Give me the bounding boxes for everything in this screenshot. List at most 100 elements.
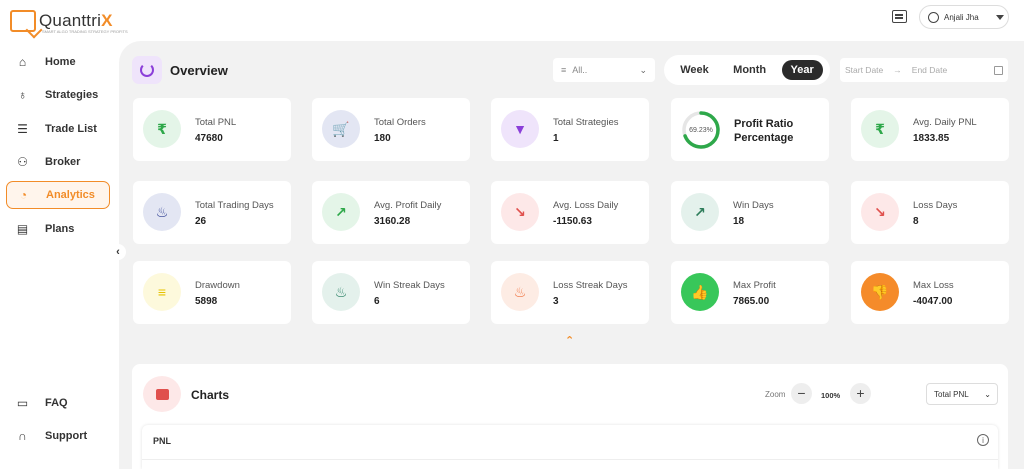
flame-icon: ♨ (322, 273, 360, 311)
thumbs-up-icon: 👍 (681, 273, 719, 311)
stat-card-total-strategies: ▼ Total Strategies 1 (491, 98, 649, 161)
cart-icon: 🛒 (322, 110, 360, 148)
charts-title: Charts (191, 388, 230, 402)
chart-pie-icon: ◔ (19, 187, 28, 202)
sidebar-item-faq[interactable]: ▭ FAQ (6, 389, 110, 417)
pnl-chart-panel: PNL i (142, 425, 998, 469)
bulb-icon: ♁ (18, 87, 27, 102)
chart-metric-value: Total PNL (934, 389, 969, 399)
sidebar-item-broker[interactable]: ⚇ Broker (6, 148, 110, 176)
stat-value: 5898 (195, 296, 218, 307)
stat-card-profit-ratio: 69.23% Profit Ratio Percentage (671, 98, 829, 161)
info-icon[interactable]: i (977, 434, 989, 446)
stat-value: 6 (374, 296, 380, 307)
sidebar-item-plans[interactable]: ▤ Plans (6, 215, 110, 243)
screen-icon[interactable] (892, 10, 907, 23)
collapse-cards-chevron-up-icon[interactable]: ⌃ (565, 334, 574, 347)
stat-card-avg-profit-daily: ↗ Avg. Profit Daily 3160.28 (312, 181, 470, 244)
stat-value: 26 (195, 216, 207, 227)
sidebar-collapse-button[interactable]: ‹ (110, 244, 126, 260)
home-icon: ⌂ (18, 54, 27, 69)
page-title: Overview (170, 63, 228, 78)
stat-label: Max Loss (913, 280, 954, 291)
trend-up-icon: ↗ (681, 193, 719, 231)
stat-card-total-orders: 🛒 Total Orders 180 (312, 98, 470, 161)
stat-label: Loss Days (913, 200, 958, 211)
user-menu[interactable]: Anjali Jha (919, 5, 1009, 29)
period-week-button[interactable]: Week (671, 60, 718, 80)
stat-label: Loss Streak Days (553, 280, 628, 291)
sidebar-item-analytics[interactable]: ◔ Analytics (6, 181, 110, 209)
divider (142, 459, 998, 460)
sidebar-item-strategies[interactable]: ♁ Strategies (6, 81, 110, 109)
user-icon (928, 11, 939, 23)
sidebar-item-label: Broker (45, 156, 81, 168)
end-date-input[interactable]: End Date (912, 65, 947, 75)
stat-card-win-days: ↗ Win Days 18 (671, 181, 829, 244)
stat-value: 8 (913, 216, 919, 227)
profit-ratio-value: 69.23% (689, 126, 713, 134)
start-date-input[interactable]: Start Date (845, 65, 883, 75)
stat-card-total-pnl: ₹ Total PNL 47680 (133, 98, 291, 161)
pnl-panel-title: PNL (153, 436, 171, 446)
list-icon: ☰ (17, 121, 28, 136)
user-name: Anjali Jha (944, 12, 979, 22)
period-toggle: Week Month Year (664, 55, 830, 85)
stat-value: 18 (733, 216, 745, 227)
stat-value: 47680 (195, 133, 223, 144)
sidebar-item-home[interactable]: ⌂ Home (6, 48, 110, 76)
overview-icon (132, 56, 162, 84)
stat-label: Avg. Profit Daily (374, 200, 442, 211)
arrow-right-icon: → (893, 65, 902, 75)
stat-card-loss-streak-days: ♨ Loss Streak Days 3 (491, 261, 649, 324)
date-range-picker[interactable]: Start Date → End Date (840, 58, 1008, 82)
chart-icon (143, 376, 181, 412)
period-month-button[interactable]: Month (724, 60, 775, 80)
stat-card-max-profit: 👍 Max Profit 7865.00 (671, 261, 829, 324)
zoom-value: 100% (821, 391, 841, 400)
stat-value: 3 (553, 296, 559, 307)
network-icon: ⚇ (17, 154, 28, 169)
drawdown-icon: ≡ (143, 273, 181, 311)
chevron-down-icon: ⌄ (984, 389, 991, 399)
strategy-filter-select[interactable]: ≡ All.. ⌄ (553, 58, 655, 82)
main-content: Overview ≡ All.. ⌄ Week Month Year Start… (119, 41, 1024, 469)
stat-label: Max Profit (733, 280, 776, 291)
stat-label: Win Streak Days (374, 280, 445, 291)
stat-card-drawdown: ≡ Drawdown 5898 (133, 261, 291, 324)
logo-mark-icon (10, 10, 36, 32)
flame-icon: ♨ (501, 273, 539, 311)
sidebar-item-trade-list[interactable]: ☰ Trade List (6, 115, 110, 143)
chevron-down-icon: ⌄ (639, 64, 647, 75)
period-year-button[interactable]: Year (781, 60, 823, 80)
chart-metric-select[interactable]: Total PNL ⌄ (926, 383, 998, 405)
zoom-label: Zoom (765, 390, 786, 399)
sidebar-item-label: Analytics (46, 189, 95, 201)
stat-card-avg-loss-daily: ↘ Avg. Loss Daily -1150.63 (491, 181, 649, 244)
brand-tagline: SMART ALGO TRADING STRATEGY PROFITS (42, 29, 128, 34)
zoom-in-button[interactable]: + (850, 383, 871, 404)
top-bar: QuanttriX SMART ALGO TRADING STRATEGY PR… (0, 0, 1024, 38)
stat-value: 1833.85 (913, 133, 950, 144)
brand-logo[interactable]: QuanttriX SMART ALGO TRADING STRATEGY PR… (10, 10, 128, 34)
plans-icon: ▤ (16, 221, 29, 236)
trend-up-icon: ↗ (322, 193, 360, 231)
sidebar: ⌂ Home ♁ Strategies ☰ Trade List ⚇ Broke… (0, 38, 118, 469)
rupee-icon: ₹ (143, 110, 181, 148)
trend-down-icon: ↘ (501, 193, 539, 231)
stat-label: Total PNL (195, 117, 237, 128)
sidebar-item-support[interactable]: ∩ Support (6, 422, 110, 450)
brand-name: QuanttriX (39, 11, 113, 30)
stat-card-win-streak-days: ♨ Win Streak Days 6 (312, 261, 470, 324)
calendar-icon[interactable] (994, 65, 1003, 75)
stat-label: Drawdown (195, 280, 240, 291)
thumbs-down-icon: 👎 (861, 273, 899, 311)
stat-label: Total Orders (374, 117, 426, 128)
faq-icon: ▭ (16, 395, 29, 410)
zoom-out-button[interactable]: − (791, 383, 812, 404)
stat-card-avg-daily-pnl: ₹ Avg. Daily PNL 1833.85 (851, 98, 1009, 161)
headset-icon: ∩ (18, 428, 27, 443)
chevron-down-icon (995, 14, 1004, 20)
profit-ratio-title: Profit Ratio Percentage (734, 118, 794, 144)
filter-icon: ≡ (561, 65, 567, 75)
